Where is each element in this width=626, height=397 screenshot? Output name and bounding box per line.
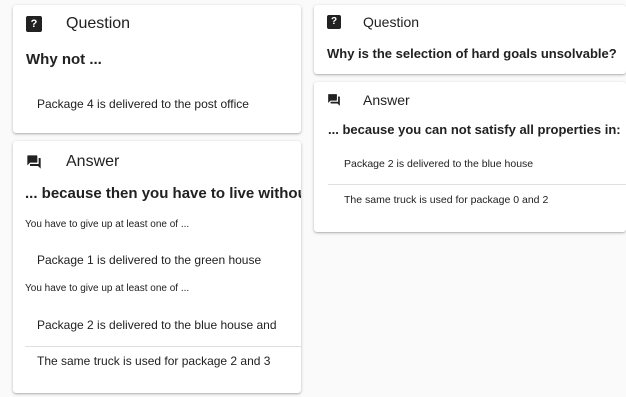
left-question-card: ? Question Why not ... Package 4 is deli… (13, 5, 301, 133)
left-answer-card: Answer ... because then you have to live… (13, 141, 301, 393)
left-answer-item: Package 1 is delivered to the green hous… (37, 253, 262, 267)
right-answer-item: The same truck is used for package 0 and… (344, 194, 549, 206)
question-icon: ? (327, 15, 341, 29)
left-question-title: Why not ... (26, 51, 102, 68)
right-answer-header: Answer (327, 92, 410, 108)
forum-icon (26, 154, 42, 170)
right-answer-item: Package 2 is delivered to the blue house (344, 158, 534, 170)
left-answer-header: Answer (26, 153, 119, 171)
divider (25, 346, 301, 347)
right-answer-header-label: Answer (363, 92, 410, 108)
left-question-header-label: Question (66, 15, 131, 32)
right-question-header: ? Question (327, 14, 419, 30)
left-answer-note-2: You have to give up at least one of ... (25, 283, 190, 294)
left-answer-header-label: Answer (66, 153, 120, 170)
right-question-card: ? Question Why is the selection of hard … (314, 5, 626, 74)
right-answer-title: ... because you can not satisfy all prop… (328, 122, 621, 137)
left-answer-note-1: You have to give up at least one of ... (25, 219, 190, 230)
right-answer-card: Answer ... because you can not satisfy a… (314, 82, 626, 232)
divider (328, 184, 626, 185)
right-question-title: Why is the selection of hard goals unsol… (327, 46, 617, 61)
right-question-header-label: Question (363, 14, 420, 30)
left-question-header: ? Question (26, 15, 130, 33)
left-answer-title: ... because then you have to live withou… (25, 185, 301, 202)
forum-icon (327, 93, 341, 107)
left-answer-item: The same truck is used for package 2 and… (37, 354, 271, 368)
question-icon: ? (26, 16, 42, 32)
left-question-item: Package 4 is delivered to the post offic… (37, 97, 249, 111)
left-answer-item: Package 2 is delivered to the blue house… (37, 318, 277, 332)
